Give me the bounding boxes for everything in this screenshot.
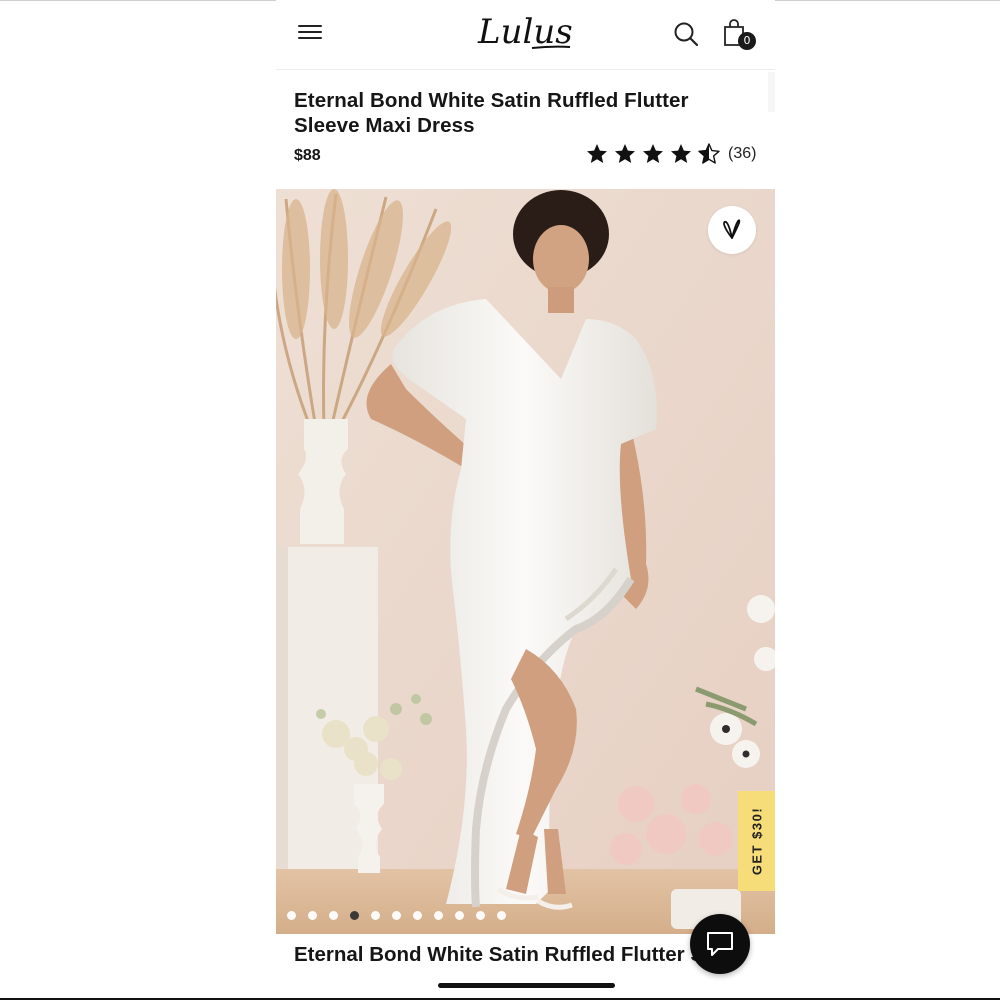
- promo-tab[interactable]: GET $30!: [738, 791, 775, 891]
- star-full-icon: [587, 144, 607, 163]
- carousel-dot[interactable]: [329, 911, 338, 920]
- carousel-dot[interactable]: [287, 911, 296, 920]
- shopping-bag-button[interactable]: 0: [722, 18, 758, 52]
- heart-icon: [723, 219, 741, 239]
- scroll-edge: [768, 72, 775, 112]
- review-count: (36): [728, 145, 757, 162]
- product-title: Eternal Bond White Satin Ruffled Flutter…: [294, 89, 689, 137]
- wishlist-button[interactable]: [708, 206, 756, 254]
- product-title-repeat: Eternal Bond White Satin Ruffled Flutter…: [294, 943, 714, 966]
- search-button[interactable]: [672, 20, 700, 48]
- chat-button[interactable]: [690, 914, 750, 974]
- product-rating[interactable]: (36): [584, 142, 756, 166]
- menu-icon-bar: [298, 25, 322, 27]
- carousel-dot[interactable]: [455, 911, 464, 920]
- carousel-dot[interactable]: [371, 911, 380, 920]
- star-full-icon: [671, 144, 691, 163]
- chat-bubble-icon: [707, 932, 733, 956]
- carousel-dot[interactable]: [392, 911, 401, 920]
- carousel-dot-active[interactable]: [350, 911, 359, 920]
- product-image-carousel[interactable]: GET $30!: [276, 189, 775, 934]
- home-indicator: [438, 983, 615, 988]
- promo-label: GET $30!: [749, 806, 764, 876]
- carousel-dot[interactable]: [413, 911, 422, 920]
- rating-stars: [584, 142, 722, 166]
- bag-count-badge: 0: [738, 32, 756, 50]
- product-price: $88: [294, 147, 321, 164]
- star-full-icon: [643, 144, 663, 163]
- menu-button[interactable]: [298, 22, 326, 46]
- star-half-icon: [698, 143, 720, 164]
- carousel-dot[interactable]: [476, 911, 485, 920]
- menu-icon-bar: [298, 37, 322, 39]
- mobile-viewport: Lulus 0 Eternal Bond White Satin Ruffled…: [276, 0, 775, 1000]
- product-photo: [276, 189, 775, 934]
- carousel-dot[interactable]: [434, 911, 443, 920]
- carousel-pagination: [287, 911, 506, 920]
- star-full-icon: [615, 144, 635, 163]
- carousel-dot[interactable]: [497, 911, 506, 920]
- search-icon: [674, 22, 699, 47]
- lulus-logo[interactable]: Lulus: [474, 10, 574, 56]
- site-header: Lulus 0: [276, 0, 775, 70]
- menu-icon-bar: [298, 31, 322, 33]
- carousel-dot[interactable]: [308, 911, 317, 920]
